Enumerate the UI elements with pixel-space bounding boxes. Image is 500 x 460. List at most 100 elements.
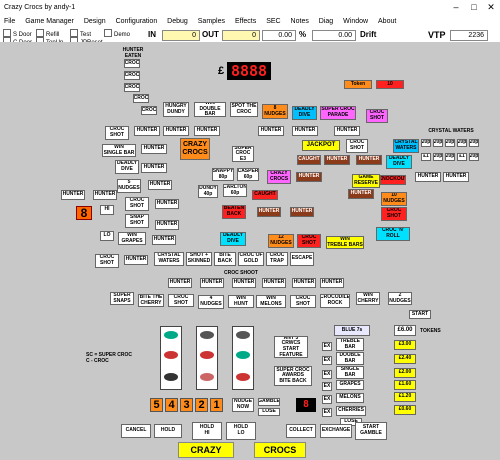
hunter-7: HUNTER — [141, 144, 167, 154]
snap-shot: SNAP SHOT — [125, 214, 149, 228]
menu-notes[interactable]: Notes — [291, 18, 309, 25]
any-3-crocs: ANY 3 CRWCS START FEATURE — [274, 336, 308, 358]
hunter-5: HUNTER — [292, 126, 318, 136]
hunter-10: HUNTER — [443, 172, 469, 182]
crazy-crocs-pink: CRAZY CROCS — [267, 170, 291, 184]
reel-2 — [196, 326, 218, 390]
hunter-20: HUNTER — [232, 278, 256, 288]
deadly-dive-cyan: DEADLY DIVE — [386, 155, 412, 169]
minimize-button[interactable]: – — [448, 0, 464, 14]
hunter-19: HUNTER — [200, 278, 224, 288]
dundy: DUNDY 40p — [198, 185, 218, 198]
demo-checkbox[interactable]: Demo — [104, 29, 130, 39]
prize-name-6: CHERRIES — [336, 406, 366, 416]
crazy-sign: CRAZY — [178, 442, 234, 458]
maximize-button[interactable]: □ — [466, 0, 482, 14]
crystal-20p-8: 20p — [469, 153, 479, 161]
crystal-waters-2: CRYSTAL WATERS — [154, 252, 184, 266]
start-lamp: START — [409, 310, 431, 319]
beaten-back: BEATEN BACK — [222, 205, 246, 219]
croc-lamp-3: CROC — [124, 83, 140, 92]
menu-sec[interactable]: SEC — [266, 18, 280, 25]
menu-window[interactable]: Window — [343, 18, 368, 25]
two-nudges: 2 NUDGES — [388, 292, 412, 305]
window-title: Crazy Crocs by andy-1 — [0, 0, 500, 16]
prize-value-1: £3.00 — [394, 340, 416, 350]
croc-shot-8: CROC SHOT — [290, 295, 316, 308]
menu-effects[interactable]: Effects — [235, 18, 256, 25]
menu-about[interactable]: About — [378, 18, 396, 25]
crystal-20p-3: 20p — [445, 139, 455, 147]
hunter-2: HUNTER — [163, 126, 189, 136]
nudge-digit-4: 4 — [165, 398, 178, 412]
token-lamp: Token — [344, 80, 372, 89]
caught-1: CAUGHT — [297, 155, 321, 165]
cancel-button[interactable]: CANCEL — [121, 424, 151, 438]
ten-lamp: 10 — [376, 80, 404, 89]
menu-diag[interactable]: Diag — [319, 18, 333, 25]
bite-back-1: BITE BACK — [214, 252, 236, 266]
prize-name-5: MELONS — [336, 393, 364, 403]
nudge-digit-5: 5 — [150, 398, 163, 412]
croc-shot-5: CROC SHOT — [297, 234, 321, 248]
knockout: KNOCKOUT — [380, 175, 406, 185]
croc-of-gold: CROC OF GOLD — [238, 252, 264, 266]
drift-value: 0.00 — [312, 30, 356, 41]
in-label: IN — [148, 30, 156, 39]
carlton: CARLTON 60p — [223, 184, 247, 197]
prize-name-2: DOUBLE BAR — [336, 352, 364, 365]
hunter-brown-2: HUNTER — [356, 155, 382, 165]
cherry-symbol — [164, 331, 178, 339]
four-nudges: 4 NUDGES — [198, 295, 224, 309]
game-reserve: GAME RESERVE — [352, 174, 380, 188]
start-gamble-button[interactable]: START GAMBLE — [355, 422, 387, 440]
hi-lo-number: 8 — [76, 206, 92, 220]
collect-button[interactable]: COLLECT — [286, 424, 316, 438]
pound-sign: £ — [218, 65, 225, 77]
menu-samples[interactable]: Samples — [198, 18, 225, 25]
credit-display: 8888 — [227, 62, 271, 80]
crystal-20p-1: 20p — [421, 139, 431, 147]
blue-7s: BLUE 7s — [334, 325, 370, 336]
ex-3: EX — [322, 370, 332, 379]
crystal-waters-btn: CRYSTAL WATERS — [393, 139, 419, 153]
ten-nudges: 10 NUDGES — [381, 192, 407, 206]
lose-lamp: LOSE — [258, 408, 280, 416]
hunter-23: HUNTER — [320, 278, 344, 288]
menu-game-manager[interactable]: Game Manager — [25, 18, 74, 25]
hold-button[interactable]: HOLD — [154, 424, 182, 438]
exchange-button[interactable]: EXCHANGE — [320, 424, 352, 438]
prize-value-4: £1.60 — [394, 380, 416, 390]
hunter-11: HUNTER — [148, 180, 172, 190]
hold-hi-button[interactable]: HOLD HI — [192, 422, 222, 440]
hold-lo-button[interactable]: HOLD LO — [226, 422, 256, 440]
out-value: 0 — [222, 30, 260, 41]
nudge-digit-2: 2 — [195, 398, 208, 412]
ex-1: EX — [322, 342, 332, 351]
deadly-dive-3: DEADLY DIVE — [220, 232, 246, 246]
melon-symbol — [200, 351, 214, 359]
menu-file[interactable]: File — [4, 18, 15, 25]
lo-lamp: LO — [100, 231, 114, 241]
in-value: 0 — [162, 30, 200, 41]
melon-symbol — [164, 351, 178, 359]
hunter-17: HUNTER — [124, 255, 148, 265]
crystal-20p-4: 20p — [457, 139, 467, 147]
hunter-6: HUNTER — [334, 126, 360, 136]
close-button[interactable]: ✕ — [483, 0, 499, 14]
croc-lamp-1: CROC — [124, 59, 140, 68]
hunter-4: HUNTER — [258, 126, 284, 136]
hunter-brown-3: HUNTER — [296, 172, 322, 182]
nudge-digit-1: 1 — [210, 398, 223, 412]
menu-debug[interactable]: Debug — [167, 18, 188, 25]
hunter-12: HUNTER — [61, 190, 85, 200]
menu-configuration[interactable]: Configuration — [116, 18, 158, 25]
menu-design[interactable]: Design — [84, 18, 106, 25]
hunter-21: HUNTER — [262, 278, 286, 288]
nudge-now: NUDGE NOW — [232, 398, 254, 412]
win-cherry: WIN CHERRY — [356, 292, 380, 305]
crocodile-rock: CROCODILE ROCK — [320, 294, 350, 308]
reel-3 — [232, 326, 254, 390]
ex-2: EX — [322, 356, 332, 365]
drift-label: Drift — [360, 30, 377, 39]
